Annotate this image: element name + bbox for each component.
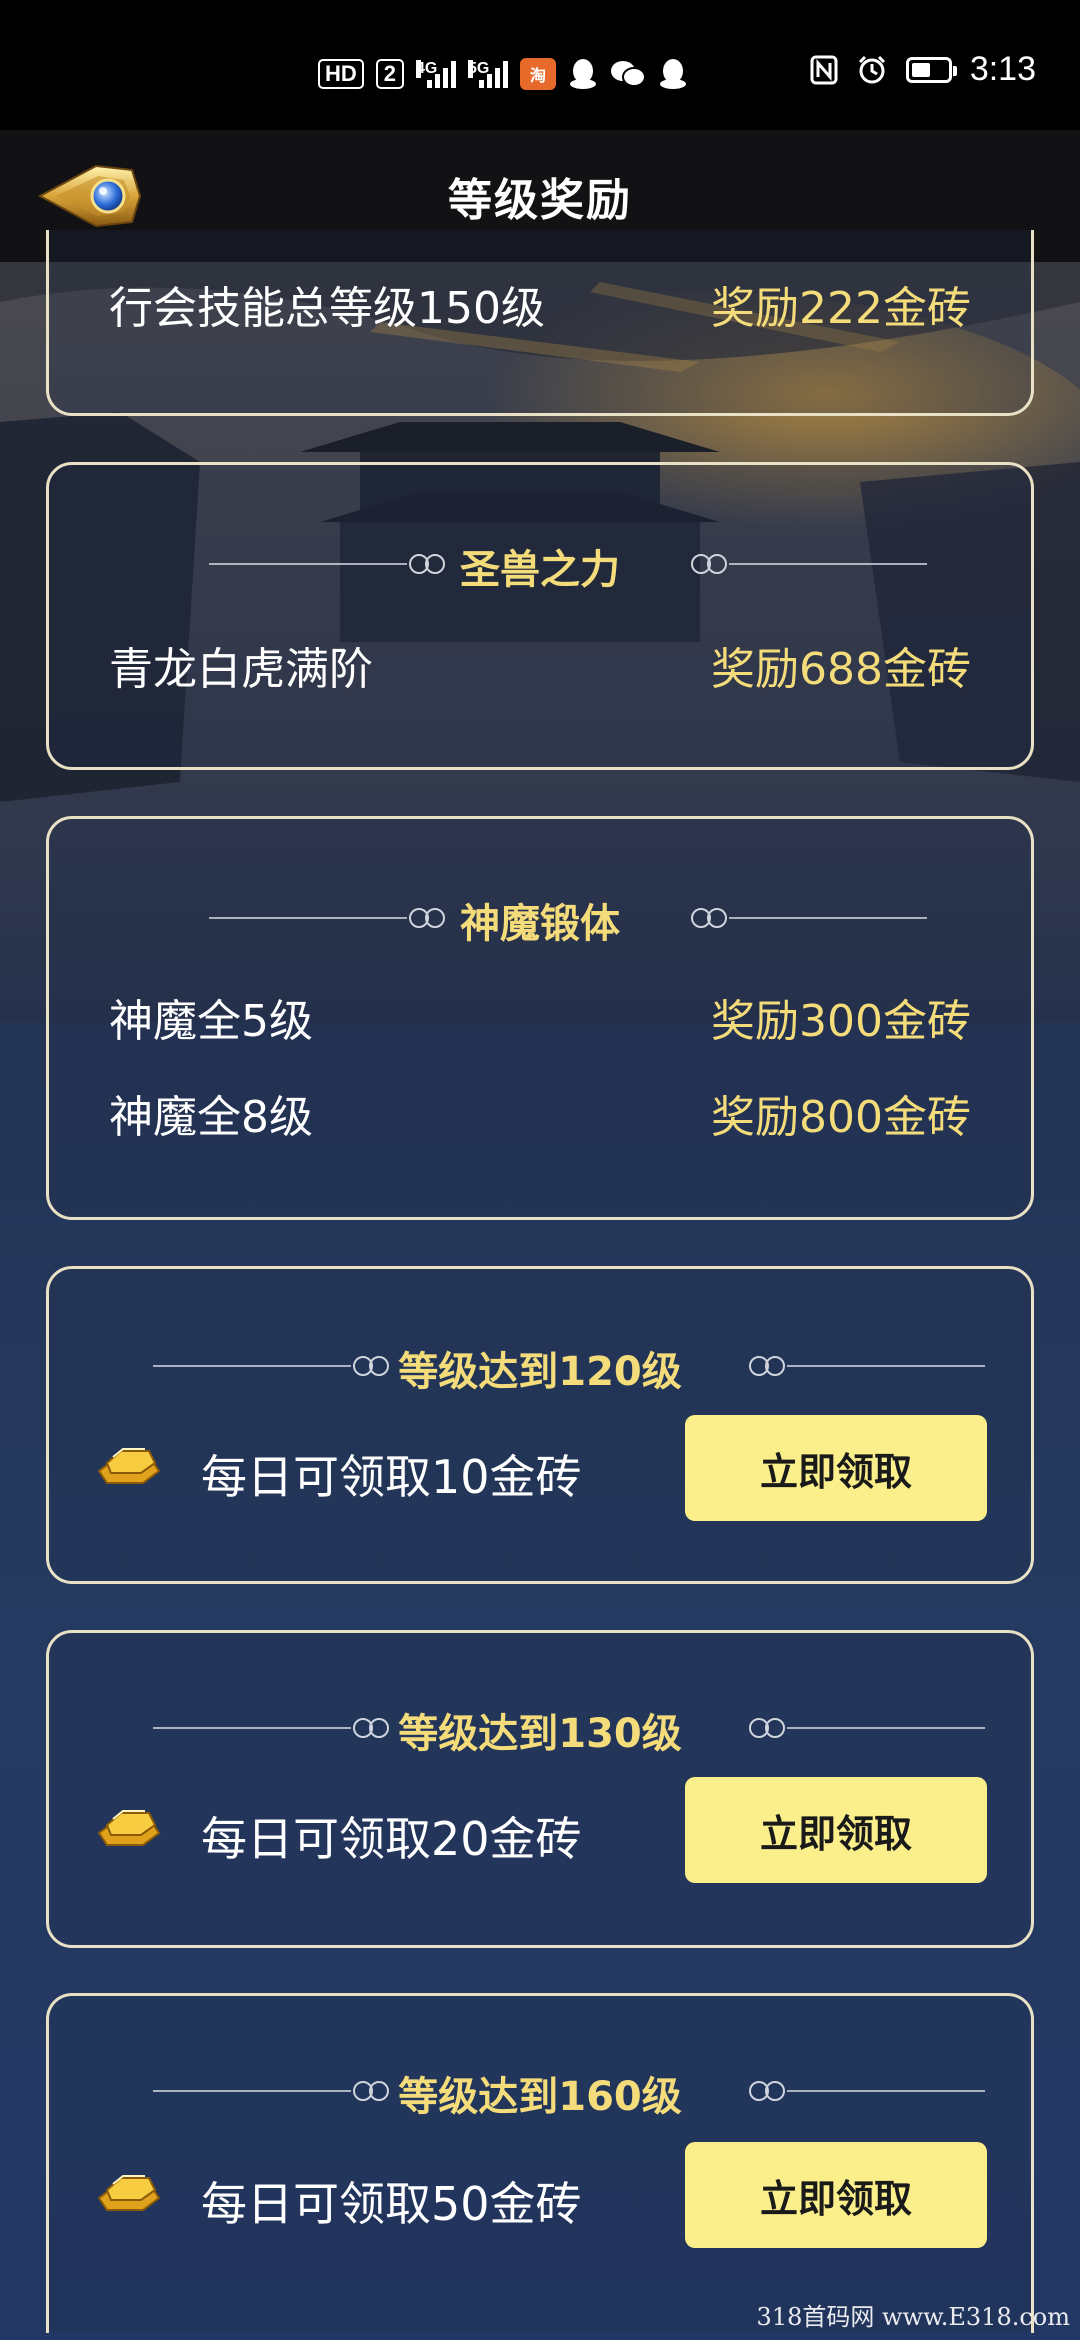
daily-reward-text: 每日可领取50金砖: [201, 2177, 582, 2231]
sim-indicator: 2: [375, 59, 405, 89]
reward-condition: 神魔全8级: [109, 1092, 313, 1143]
battery-level: [911, 62, 930, 77]
signal-5g-icon: 5G: [468, 60, 509, 88]
ornament-divider-right-icon: [691, 908, 927, 928]
alarm-icon: [858, 55, 885, 83]
daily-reward-text: 每日可领取10金砖: [201, 1450, 582, 1504]
status-time: 3:13: [969, 50, 1036, 88]
reward-condition: 行会技能总等级150级: [109, 283, 545, 334]
level-reward-card-120: 等级达到120级 每日可领取10金砖 立即领取: [46, 1266, 1034, 1584]
daily-claim-row: 每日可领取50金砖 立即领取: [49, 2142, 1031, 2252]
reward-row: 神魔全5级 奖励300金砖: [109, 985, 971, 1049]
guild-skill-card: 行会技能总等级150级 奖励222金砖: [46, 230, 1034, 416]
taobao-app-icon: 淘: [520, 58, 557, 90]
qq-icon-2: [660, 59, 687, 89]
claim-now-button[interactable]: 立即领取: [685, 1777, 987, 1883]
gold-brick-icon: [97, 1448, 161, 1484]
status-left-group: HD 2 4G 5G 淘: [318, 58, 688, 90]
back-button[interactable]: [36, 158, 142, 234]
status-right-group: 3:13: [810, 50, 1036, 89]
page-title: 等级奖励: [448, 175, 632, 226]
gold-brick-icon: [97, 1810, 161, 1846]
level-reward-card-130: 等级达到130级 每日可领取20金砖 立即领取: [46, 1630, 1034, 1948]
signal-4g-icon: 4G: [416, 60, 457, 88]
daily-claim-row: 每日可领取10金砖 立即领取: [49, 1415, 1031, 1525]
ornament-divider-right-icon: [749, 1356, 985, 1376]
reward-row: 神魔全8级 奖励800金砖: [109, 1081, 971, 1145]
daily-claim-row: 每日可领取20金砖 立即领取: [49, 1777, 1031, 1887]
ornament-divider-right-icon: [749, 1718, 985, 1738]
wechat-icon: [611, 61, 647, 87]
ornament-divider-right-icon: [691, 554, 927, 574]
nfc-icon: [810, 55, 838, 84]
reward-amount: 奖励300金砖: [711, 996, 971, 1047]
status-bar: HD 2 4G 5G 淘 3:13: [0, 0, 1080, 130]
reward-row: 行会技能总等级150级 奖励222金砖: [109, 272, 971, 336]
hd-indicator: HD: [318, 59, 364, 89]
reward-row: 青龙白虎满阶 奖励688金砖: [109, 633, 971, 697]
sacred-beast-card: 圣兽之力 青龙白虎满阶 奖励688金砖: [46, 462, 1034, 770]
reward-condition: 青龙白虎满阶: [109, 644, 373, 695]
reward-amount: 奖励688金砖: [711, 644, 971, 695]
gold-brick-icon: [97, 2175, 161, 2211]
reward-condition: 神魔全5级: [109, 996, 313, 1047]
level-reward-card-160: 等级达到160级 每日可领取50金砖 立即领取: [46, 1993, 1034, 2333]
reward-amount: 奖励800金砖: [711, 1092, 971, 1143]
demon-forge-card: 神魔锻体 神魔全5级 奖励300金砖 神魔全8级 奖励800金砖: [46, 816, 1034, 1220]
reward-amount: 奖励222金砖: [711, 283, 971, 334]
daily-reward-text: 每日可领取20金砖: [201, 1812, 582, 1866]
qq-icon: [570, 59, 597, 89]
claim-now-button[interactable]: 立即领取: [685, 2142, 987, 2248]
watermark: 318首码网 www.E318.com: [756, 2303, 1070, 2331]
battery-icon: [905, 56, 957, 83]
claim-now-button[interactable]: 立即领取: [685, 1415, 987, 1521]
back-arrow-icon: [37, 164, 142, 228]
ornament-divider-right-icon: [749, 2081, 985, 2101]
